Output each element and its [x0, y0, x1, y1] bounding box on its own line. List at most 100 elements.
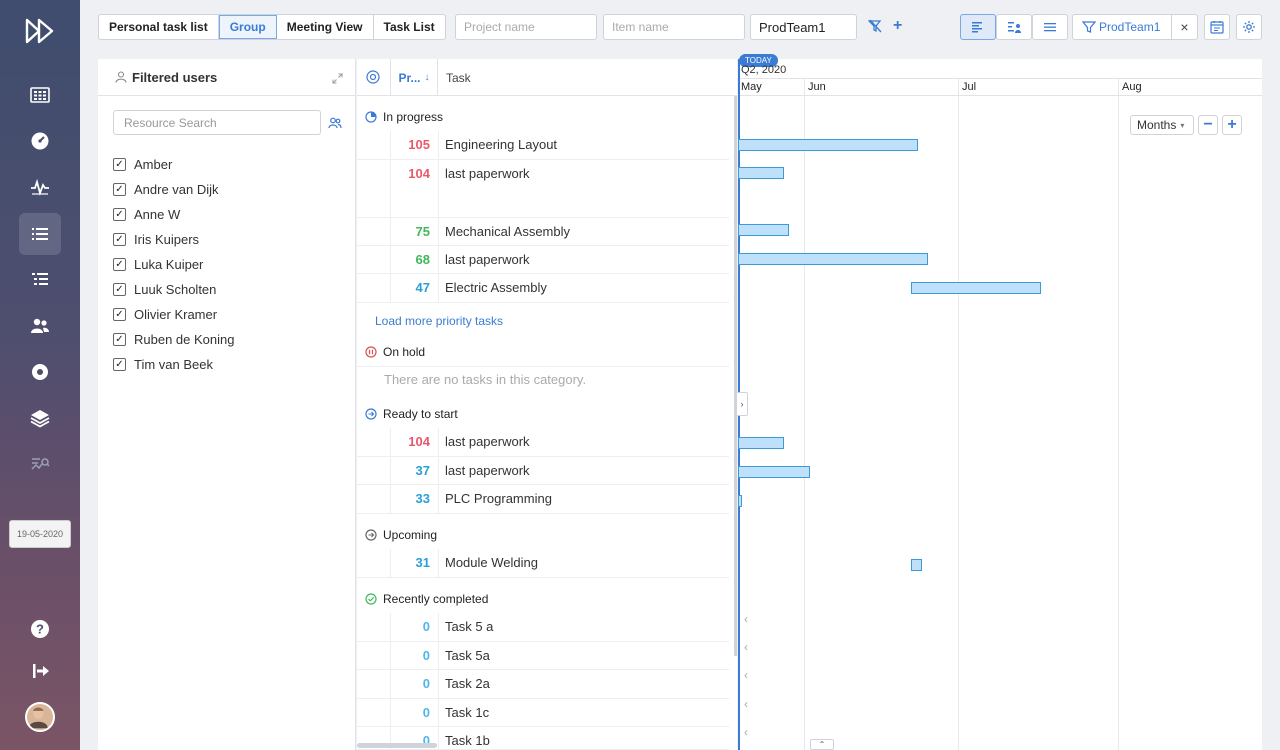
vertical-scrollbar[interactable] [734, 96, 737, 656]
task-row[interactable]: 0 Task 5 a [357, 613, 729, 642]
collapse-icon[interactable] [332, 72, 343, 84]
load-more-link[interactable]: Load more priority tasks [375, 314, 503, 328]
gear-icon[interactable] [19, 351, 61, 393]
help-icon[interactable]: ? [19, 608, 61, 650]
user-checkbox[interactable]: ✓ [113, 233, 126, 246]
add-filter-icon[interactable]: + [893, 17, 907, 34]
gauge-icon[interactable] [19, 120, 61, 162]
priority-column-header[interactable]: Pr... ↓ [390, 59, 438, 96]
filter-chart-icon[interactable] [19, 443, 61, 485]
avatar[interactable] [25, 702, 55, 732]
task-row[interactable]: 68 last paperwork [357, 246, 729, 274]
user-list: ✓ Amber ✓ Andre van Dijk ✓ Anne W ✓ Iris Kuiper… [113, 152, 234, 377]
task-row[interactable]: 104 last paperwork [357, 428, 729, 457]
settings-button[interactable] [1236, 14, 1262, 40]
user-checkbox[interactable]: ✓ [113, 258, 126, 271]
task-row[interactable]: 105 Engineering Layout [357, 131, 729, 160]
scroll-up-handle[interactable]: ⌃ [810, 739, 834, 750]
user-checkbox[interactable]: ✓ [113, 358, 126, 371]
gantt-bar[interactable] [738, 437, 784, 449]
gantt-bar[interactable] [911, 559, 922, 571]
user-item[interactable]: ✓ Luka Kuiper [113, 252, 234, 277]
project-name-input[interactable]: Project name [455, 14, 597, 40]
empty-category-text: There are no tasks in this category. [384, 372, 587, 387]
expand-panel-handle[interactable]: › [736, 392, 748, 416]
logo-icon[interactable] [24, 16, 56, 46]
resource-view-button[interactable] [996, 14, 1032, 40]
user-label: Luka Kuiper [134, 257, 204, 272]
gear-icon[interactable] [365, 69, 381, 85]
user-checkbox[interactable]: ✓ [113, 333, 126, 346]
sort-down-icon: ↓ [424, 72, 430, 83]
row-divider [438, 642, 439, 669]
user-checkbox[interactable]: ✓ [113, 208, 126, 221]
chevron-left-icon[interactable]: ‹ [744, 612, 748, 626]
task-name: last paperwork [445, 434, 530, 449]
task-column-header[interactable]: Task [446, 71, 471, 85]
task-row[interactable]: 37 last paperwork [357, 457, 729, 485]
logout-icon[interactable] [19, 650, 61, 692]
pulse-icon[interactable] [19, 166, 61, 208]
user-checkbox[interactable]: ✓ [113, 183, 126, 196]
users-icon[interactable] [19, 305, 61, 347]
list-icon[interactable] [19, 213, 61, 255]
user-item[interactable]: ✓ Anne W [113, 202, 234, 227]
user-item[interactable]: ✓ Luuk Scholten [113, 277, 234, 302]
horizontal-scrollbar[interactable] [357, 743, 437, 748]
current-date-badge[interactable]: 19-05-2020 [9, 520, 71, 548]
zoom-select[interactable]: Months ▾ [1130, 115, 1194, 135]
gantt-bar[interactable] [738, 253, 928, 265]
user-item[interactable]: ✓ Iris Kuipers [113, 227, 234, 252]
gantt-bar[interactable] [738, 224, 789, 236]
gantt-bar[interactable] [738, 139, 918, 151]
chevron-left-icon[interactable]: ‹ [744, 668, 748, 682]
user-item[interactable]: ✓ Olivier Kramer [113, 302, 234, 327]
task-row[interactable]: 47 Electric Assembly [357, 274, 729, 303]
task-row[interactable]: 0 Task 1c [357, 699, 729, 727]
zoom-in-button[interactable]: + [1222, 115, 1242, 135]
user-item[interactable]: ✓ Ruben de Koning [113, 327, 234, 352]
task-row[interactable]: 75 Mechanical Assembly [357, 218, 729, 246]
clear-filter-icon[interactable] [867, 19, 882, 33]
user-label: Anne W [134, 207, 181, 222]
tab-group[interactable]: Group [218, 15, 277, 39]
user-checkbox[interactable]: ✓ [113, 158, 126, 171]
user-item[interactable]: ✓ Amber [113, 152, 234, 177]
chevron-left-icon[interactable]: ‹ [744, 697, 748, 711]
user-item[interactable]: ✓ Tim van Beek [113, 352, 234, 377]
item-name-input[interactable]: Item name [603, 14, 745, 40]
task-row[interactable]: 33 PLC Programming [357, 485, 729, 514]
user-checkbox[interactable]: ✓ [113, 308, 126, 321]
tab-personal-task-list[interactable]: Personal task list [99, 15, 219, 39]
task-row[interactable]: 0 Task 2a [357, 670, 729, 699]
task-row[interactable]: 104 last paperwork [357, 160, 729, 218]
gantt-bar[interactable] [738, 495, 742, 507]
grid-icon[interactable] [19, 74, 61, 116]
zoom-out-button[interactable]: − [1198, 115, 1218, 135]
chevron-left-icon[interactable]: ‹ [744, 640, 748, 654]
team-select[interactable]: ProdTeam1 [750, 14, 857, 40]
resource-search-input[interactable]: Resource Search [113, 110, 321, 135]
close-icon[interactable]: × [1171, 15, 1197, 39]
gantt-bar[interactable] [738, 466, 810, 478]
chevron-left-icon[interactable]: ‹ [744, 725, 748, 739]
layers-icon[interactable] [19, 397, 61, 439]
list-view-button[interactable] [1032, 14, 1068, 40]
gantt-view-button[interactable] [960, 14, 996, 40]
gantt-bar[interactable] [738, 167, 784, 179]
filtered-users-header: Filtered users [98, 59, 355, 96]
add-user-icon[interactable] [328, 116, 342, 130]
calendar-button[interactable] [1204, 14, 1230, 40]
task-row[interactable]: 0 Task 5a [357, 642, 729, 670]
group-filter-chip[interactable]: ProdTeam1 × [1072, 14, 1198, 40]
user-item[interactable]: ✓ Andre van Dijk [113, 177, 234, 202]
user-checkbox[interactable]: ✓ [113, 283, 126, 296]
tab-meeting-view[interactable]: Meeting View [277, 15, 374, 39]
checklist-icon[interactable] [19, 259, 61, 301]
gantt-bar[interactable] [911, 282, 1041, 294]
tab-task-list[interactable]: Task List [374, 15, 445, 39]
side-nav: 19-05-2020 ? [0, 0, 80, 750]
task-row[interactable]: 31 Module Welding [357, 549, 729, 578]
group-filter-label: ProdTeam1 [1099, 20, 1161, 34]
user-label: Olivier Kramer [134, 307, 218, 322]
